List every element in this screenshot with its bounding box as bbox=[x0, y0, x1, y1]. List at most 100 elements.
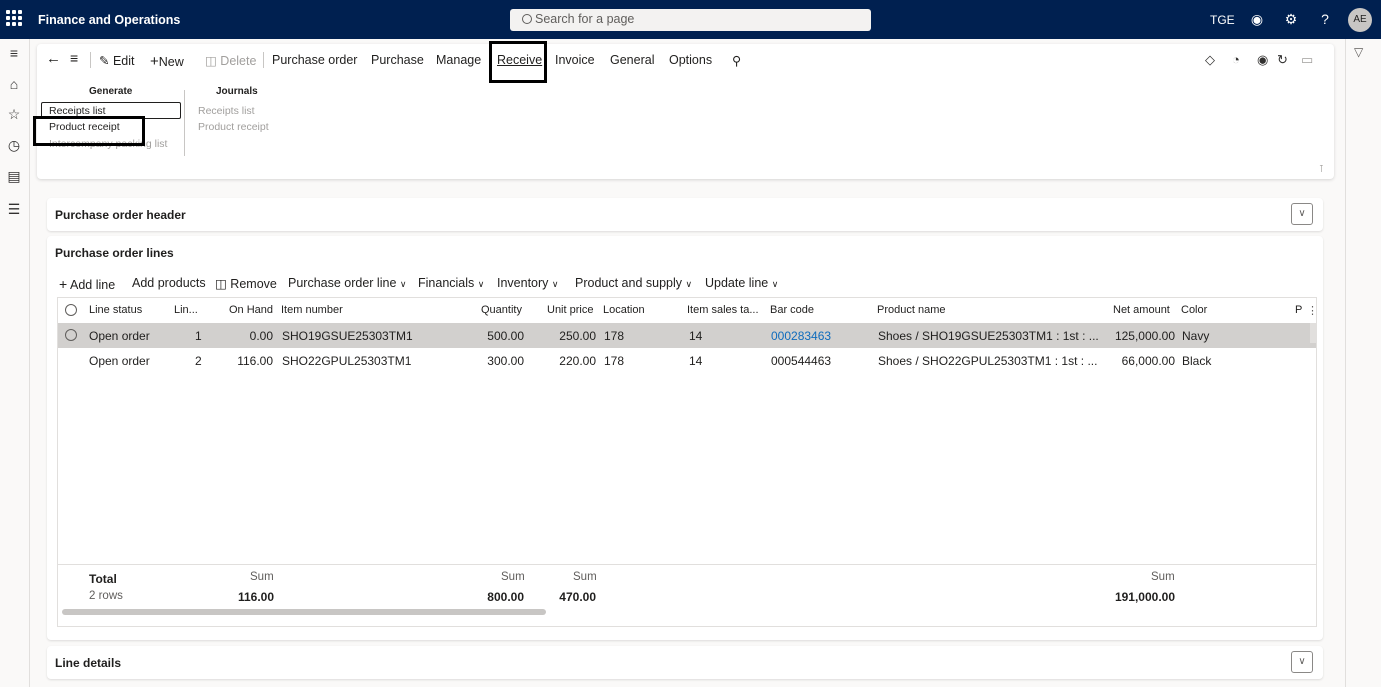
tab-purchase[interactable]: Purchase bbox=[371, 53, 424, 67]
star-icon[interactable]: ☆ bbox=[6, 106, 22, 122]
menu-label: Inventory bbox=[497, 276, 549, 290]
cell-on-hand: 116.00 bbox=[237, 354, 273, 368]
menu-item-journal-product-receipt[interactable]: Product receipt bbox=[198, 121, 269, 133]
column-header-item-sales-tax[interactable]: Item sales ta... bbox=[687, 304, 759, 316]
home-icon[interactable]: ⌂ bbox=[6, 76, 22, 92]
footer-unit-price-sum: 470.00 bbox=[559, 590, 596, 604]
footer-sum-label: Sum bbox=[573, 571, 597, 583]
search-icon[interactable]: ⚲ bbox=[732, 53, 741, 68]
settings-icon[interactable]: ⚙ bbox=[1282, 10, 1300, 28]
divider bbox=[184, 90, 185, 156]
cell-item-number: SHO22GPUL25303TM1 bbox=[282, 354, 412, 368]
plus-icon: + bbox=[150, 53, 159, 70]
delete-button[interactable]: ◫ Delete bbox=[205, 53, 256, 68]
back-icon[interactable]: ← bbox=[46, 50, 61, 67]
filter-pane: ▽ bbox=[1345, 39, 1381, 687]
column-header-item-number[interactable]: Item number bbox=[281, 304, 343, 316]
attachments-icon[interactable]: ◉ bbox=[1257, 52, 1268, 68]
add-line-button[interactable]: + Add line bbox=[59, 276, 115, 292]
waffle-icon[interactable] bbox=[6, 10, 22, 26]
menu-icon[interactable]: ≡ bbox=[70, 50, 78, 66]
table-row[interactable]: Open order 1 0.00 SHO19GSUE25303TM1 500.… bbox=[58, 323, 1316, 348]
chevron-down-icon: ∨ bbox=[399, 279, 407, 289]
menu-label: Purchase order line bbox=[288, 276, 397, 290]
cell-bar-code[interactable]: 000283463 bbox=[771, 329, 831, 343]
purchase-order-lines-panel: Purchase order lines + Add line Add prod… bbox=[47, 236, 1323, 640]
app-title[interactable]: Finance and Operations bbox=[38, 13, 180, 27]
pin-icon[interactable]: ⊺ bbox=[1319, 164, 1324, 175]
avatar[interactable]: AE bbox=[1348, 8, 1372, 32]
column-header-more[interactable]: P bbox=[1295, 304, 1302, 316]
group-journals-title: Journals bbox=[216, 86, 258, 97]
footer-total-label: Total bbox=[89, 572, 117, 586]
purchase-order-header-panel[interactable]: Purchase order header ∨ bbox=[47, 198, 1323, 231]
footer-net-amount-sum: 191,000.00 bbox=[1114, 590, 1175, 604]
open-new-window-icon[interactable]: ▭ bbox=[1301, 52, 1313, 68]
tab-purchase-order[interactable]: Purchase order bbox=[272, 53, 357, 67]
clock-icon[interactable]: ◷ bbox=[6, 137, 22, 153]
column-header-color[interactable]: Color bbox=[1181, 304, 1207, 316]
hamburger-icon[interactable]: ≡ bbox=[6, 45, 22, 61]
column-header-product-name[interactable]: Product name bbox=[877, 304, 945, 316]
cell-line-status: Open order bbox=[89, 329, 150, 343]
purchase-order-line-menu[interactable]: Purchase order line ∨ bbox=[288, 276, 406, 290]
company-picker[interactable]: TGE bbox=[1210, 13, 1235, 27]
list-icon[interactable]: ☰ bbox=[6, 201, 22, 217]
tab-manage[interactable]: Manage bbox=[436, 53, 481, 67]
update-line-menu[interactable]: Update line ∨ bbox=[705, 276, 778, 290]
new-button[interactable]: +New bbox=[150, 53, 184, 70]
cell-item-number: SHO19GSUE25303TM1 bbox=[282, 329, 413, 343]
column-header-quantity[interactable]: Quantity bbox=[481, 304, 522, 316]
cell-bar-code: 000544463 bbox=[771, 354, 832, 368]
plus-icon: + bbox=[59, 276, 68, 292]
column-header-location[interactable]: Location bbox=[603, 304, 645, 316]
help-icon[interactable]: ? bbox=[1316, 10, 1334, 28]
column-header-net-amount[interactable]: Net amount bbox=[1113, 304, 1170, 316]
line-details-panel[interactable]: Line details ∨ bbox=[47, 646, 1323, 679]
new-label: New bbox=[158, 55, 184, 69]
select-all-radio[interactable] bbox=[65, 304, 77, 316]
tab-invoice[interactable]: Invoice bbox=[555, 53, 595, 67]
filter-icon[interactable]: ▽ bbox=[1354, 45, 1363, 59]
tab-options[interactable]: Options bbox=[669, 53, 712, 67]
cell-item-sales-tax: 14 bbox=[689, 329, 703, 343]
trash-icon: ◫ bbox=[205, 54, 217, 68]
remove-button[interactable]: ◫ Remove bbox=[215, 276, 277, 291]
diamond-icon[interactable]: ◇ bbox=[1205, 52, 1215, 68]
add-products-button[interactable]: Add products bbox=[132, 276, 206, 290]
cell-net-amount: 66,000.00 bbox=[1121, 354, 1175, 368]
footer-sum-label: Sum bbox=[250, 571, 274, 583]
footer-quantity-sum: 800.00 bbox=[487, 590, 524, 604]
row-select-radio[interactable] bbox=[65, 329, 77, 341]
menu-item-journal-receipts-list[interactable]: Receipts list bbox=[198, 105, 255, 117]
edit-button[interactable]: ✎ Edit bbox=[99, 53, 135, 68]
column-header-unit-price[interactable]: Unit price bbox=[547, 304, 593, 316]
chevron-down-icon[interactable]: ∨ bbox=[1291, 203, 1313, 225]
workspace-icon[interactable]: ▤ bbox=[6, 168, 22, 184]
office-icon[interactable]: ◔ bbox=[1232, 52, 1240, 67]
table-row[interactable]: Open order 2 116.00 SHO22GPUL25303TM1 30… bbox=[58, 348, 1316, 373]
edit-label: Edit bbox=[112, 54, 135, 68]
inventory-menu[interactable]: Inventory ∨ bbox=[497, 276, 559, 290]
cell-unit-price: 250.00 bbox=[559, 329, 596, 343]
edit-icon: ✎ bbox=[99, 54, 110, 68]
search-input[interactable]: Search for a page bbox=[510, 9, 871, 31]
column-header-line-status[interactable]: Line status bbox=[89, 304, 142, 316]
divider bbox=[263, 52, 264, 68]
column-header-line[interactable]: Lin... bbox=[174, 304, 198, 316]
horizontal-scrollbar[interactable] bbox=[62, 609, 546, 615]
chat-icon[interactable]: ◉ bbox=[1248, 10, 1266, 28]
tab-general[interactable]: General bbox=[610, 53, 654, 67]
column-header-on-hand[interactable]: On Hand bbox=[229, 304, 273, 316]
vertical-scrollbar[interactable] bbox=[1310, 323, 1316, 343]
footer-sum-label: Sum bbox=[1151, 571, 1175, 583]
cell-line-status: Open order bbox=[89, 354, 150, 368]
financials-menu[interactable]: Financials ∨ bbox=[418, 276, 484, 290]
product-and-supply-menu[interactable]: Product and supply ∨ bbox=[575, 276, 692, 290]
column-options-icon[interactable]: ⋮ bbox=[1307, 304, 1318, 317]
column-header-bar-code[interactable]: Bar code bbox=[770, 304, 814, 316]
cell-quantity: 300.00 bbox=[487, 354, 524, 368]
refresh-icon[interactable]: ↻ bbox=[1277, 52, 1288, 68]
search-icon bbox=[522, 14, 532, 24]
chevron-down-icon[interactable]: ∨ bbox=[1291, 651, 1313, 673]
